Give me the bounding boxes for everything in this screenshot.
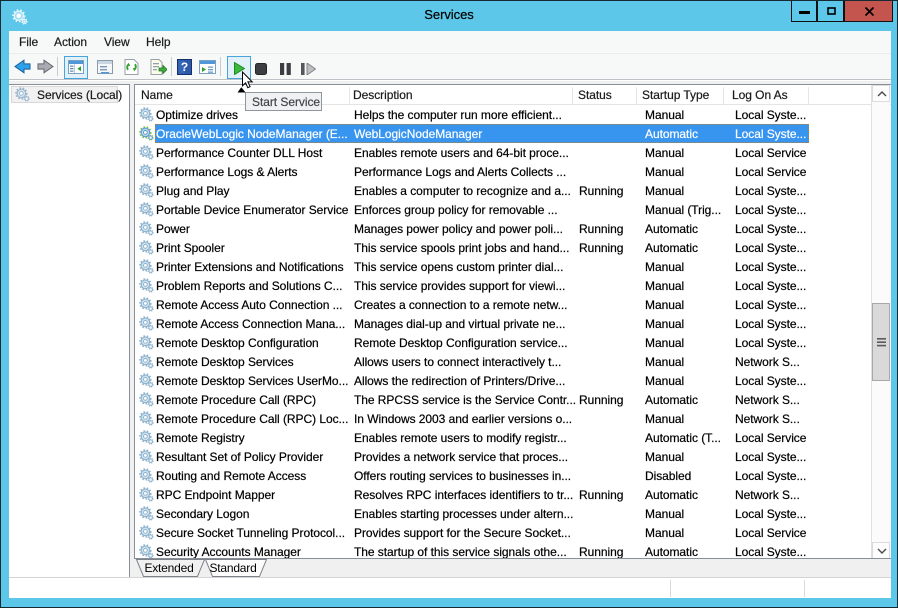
svg-text:Standard: Standard [209,561,256,575]
svg-text:Extended: Extended [144,561,193,575]
svg-text:?: ? [181,60,188,74]
